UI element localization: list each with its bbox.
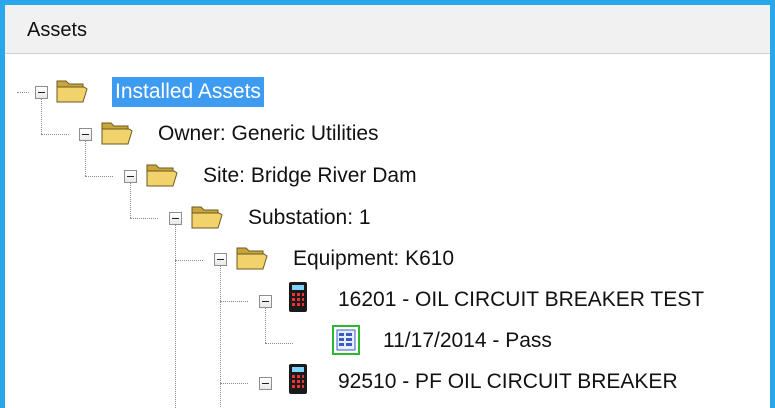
collapse-toggle[interactable] (35, 86, 48, 99)
folder-open-icon (191, 206, 223, 229)
tree-connector (220, 383, 248, 384)
tree-connector (265, 343, 293, 344)
collapse-toggle[interactable] (124, 170, 137, 183)
collapse-toggle[interactable] (169, 212, 182, 225)
tree-connector (220, 260, 221, 408)
asset-tree[interactable]: Installed Assets Owner: Generic Utilitie… (5, 53, 770, 408)
panel-title: Assets (27, 19, 88, 41)
tree-node-owner[interactable]: Owner: Generic Utilities (155, 119, 382, 149)
tree-connector (175, 260, 203, 261)
collapse-toggle[interactable] (259, 377, 272, 390)
panel-header: Assets (5, 5, 770, 54)
tree-node-installed-assets[interactable]: Installed Assets (112, 77, 264, 107)
tree-node-site[interactable]: Site: Bridge River Dam (200, 161, 420, 191)
test-set-icon (289, 282, 307, 312)
tree-node-test-16201[interactable]: 16201 - OIL CIRCUIT BREAKER TEST (335, 285, 707, 315)
test-result-icon (332, 325, 360, 355)
folder-open-icon (146, 164, 178, 187)
tree-connector (17, 92, 29, 93)
tree-connector (130, 218, 158, 219)
folder-open-icon (236, 247, 268, 270)
tree-connector (175, 218, 176, 408)
tree-node-substation[interactable]: Substation: 1 (245, 203, 374, 233)
tree-node-test-92510[interactable]: 92510 - PF OIL CIRCUIT BREAKER (335, 367, 681, 397)
test-set-icon (289, 364, 307, 394)
folder-open-icon (101, 122, 133, 145)
tree-node-equipment[interactable]: Equipment: K610 (290, 244, 457, 274)
folder-open-icon (56, 80, 88, 103)
tree-connector (220, 301, 248, 302)
tree-node-test-result[interactable]: 11/17/2014 - Pass (380, 326, 555, 356)
collapse-toggle[interactable] (214, 253, 227, 266)
collapse-toggle[interactable] (259, 295, 272, 308)
tree-connector (85, 176, 113, 177)
tree-connector (41, 134, 69, 135)
assets-panel: Assets Installed Assets Owner: Generic U (0, 0, 775, 408)
collapse-toggle[interactable] (79, 128, 92, 141)
